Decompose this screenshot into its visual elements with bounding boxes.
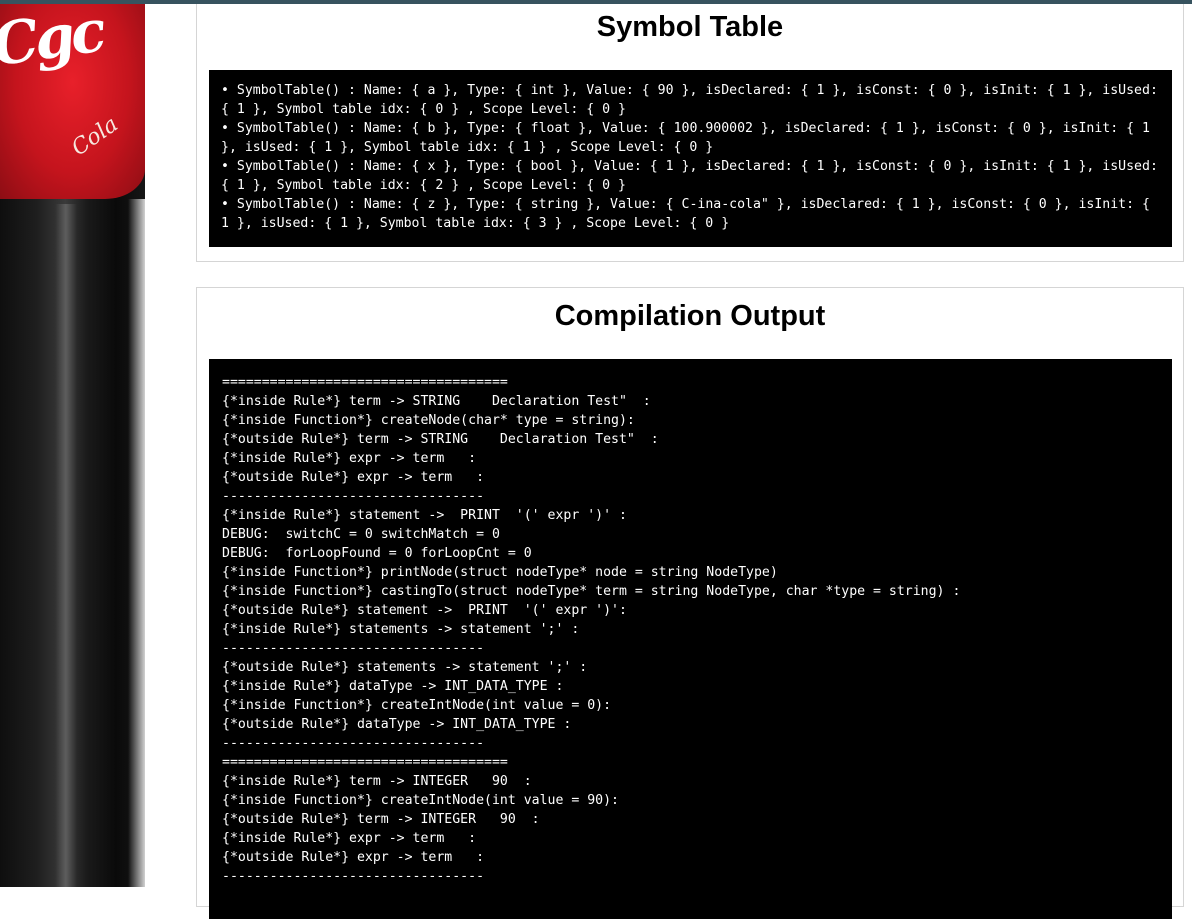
output-line: {*inside Function*} createIntNode(int va… (222, 793, 619, 808)
output-line: {*inside Rule*} statements -> statement … (222, 622, 580, 637)
bottle-logo-sub: Cola (67, 111, 123, 162)
symbol-table-panel: Symbol Table SymbolTable() : Name: { a }… (196, 4, 1184, 262)
symbol-entry: SymbolTable() : Name: { a }, Type: { int… (221, 81, 1160, 119)
output-line: {*outside Rule*} statement -> PRINT '(' … (222, 603, 627, 618)
bottle-label: Cgc Cola (0, 4, 145, 199)
output-line: {*outside Rule*} dataType -> INT_DATA_TY… (222, 717, 572, 732)
output-line: --------------------------------- (222, 736, 485, 751)
compilation-output-panel: Compilation Output =====================… (196, 287, 1184, 919)
cola-bottle-image: Cgc Cola (0, 4, 145, 887)
symbol-entry: SymbolTable() : Name: { x }, Type: { boo… (221, 157, 1160, 195)
symbol-table-title: Symbol Table (596, 11, 784, 43)
symbol-entry: SymbolTable() : Name: { z }, Type: { str… (221, 195, 1160, 233)
output-line: {*outside Rule*} expr -> term : (222, 850, 485, 865)
output-line: {*inside Rule*} term -> INTEGER 90 : (222, 774, 532, 789)
output-line: --------------------------------- (222, 641, 485, 656)
output-line: {*inside Rule*} dataType -> INT_DATA_TYP… (222, 679, 564, 694)
bottle-logo-script: Cgc (0, 4, 107, 80)
output-line: {*inside Rule*} expr -> term : (222, 451, 477, 466)
compilation-output-title: Compilation Output (554, 300, 826, 332)
output-line: ==================================== (222, 755, 508, 770)
output-line: {*outside Rule*} expr -> term : (222, 470, 485, 485)
output-line: {*outside Rule*} term -> STRING Declarat… (222, 432, 659, 447)
output-line: {*inside Function*} createNode(char* typ… (222, 413, 635, 428)
output-line: {*inside Function*} createIntNode(int va… (222, 698, 612, 713)
bottle-edge (128, 199, 145, 887)
output-line: {*inside Rule*} term -> STRING Declarati… (222, 394, 651, 409)
output-line: --------------------------------- (222, 489, 485, 504)
output-line: --------------------------------- (222, 869, 485, 884)
symbol-table-list: SymbolTable() : Name: { a }, Type: { int… (221, 81, 1160, 233)
output-line: {*inside Function*} castingTo(struct nod… (222, 584, 961, 599)
compilation-output-console[interactable]: ==================================== {*in… (209, 359, 1172, 919)
output-line: {*outside Rule*} term -> INTEGER 90 : (222, 812, 540, 827)
output-line: ==================================== (222, 375, 508, 390)
symbol-entry: SymbolTable() : Name: { b }, Type: { flo… (221, 119, 1160, 157)
output-line: {*inside Rule*} expr -> term : (222, 831, 477, 846)
symbol-table-console: SymbolTable() : Name: { a }, Type: { int… (209, 70, 1172, 247)
output-line: {*outside Rule*} statements -> statement… (222, 660, 588, 675)
output-line: DEBUG: forLoopFound = 0 forLoopCnt = 0 (222, 546, 532, 561)
output-line: {*inside Function*} printNode(struct nod… (222, 565, 778, 580)
output-line: DEBUG: switchC = 0 switchMatch = 0 (222, 527, 500, 542)
output-line: {*inside Rule*} statement -> PRINT '(' e… (222, 508, 627, 523)
bottle-shine (55, 204, 77, 887)
